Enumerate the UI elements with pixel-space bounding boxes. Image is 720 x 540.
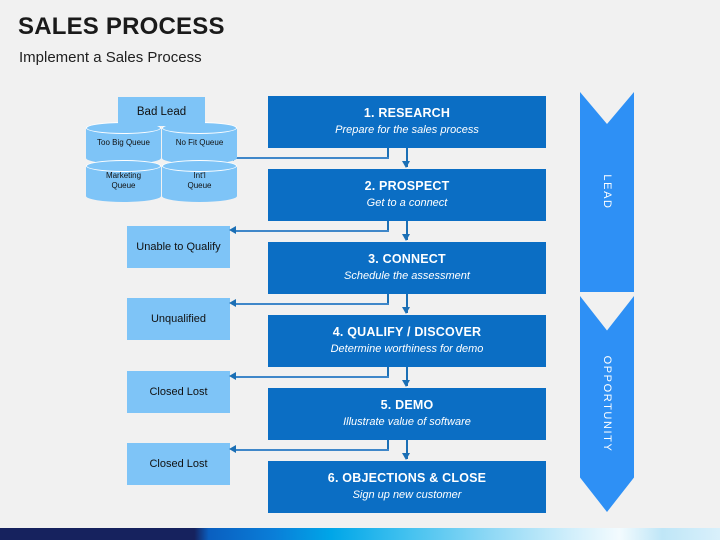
queue-cylinder-intl: Int'l Queue <box>162 160 237 202</box>
step-subtitle: Determine worthiness for demo <box>330 342 484 355</box>
stage-banner-label: OPPORTUNITY <box>601 355 613 453</box>
queue-label: Marketing Queue <box>105 171 142 190</box>
step-title: 5. DEMO <box>380 398 434 413</box>
process-step-1[interactable]: 1. RESEARCH Prepare for the sales proces… <box>268 96 546 148</box>
branch-line-5 <box>235 449 389 451</box>
process-step-2[interactable]: 2. PROSPECT Get to a connect <box>268 169 546 221</box>
bad-lead-label: Bad Lead <box>136 105 187 118</box>
step-subtitle: Prepare for the sales process <box>335 123 479 136</box>
slide-canvas: SALES PROCESS Implement a Sales Process … <box>0 0 720 540</box>
footer-gradient-bar <box>0 528 720 540</box>
connector-arrowhead-down-4 <box>402 380 410 387</box>
queue-label: Too Big Queue <box>97 138 150 147</box>
process-step-4[interactable]: 4. QUALIFY / DISCOVER Determine worthine… <box>268 315 546 367</box>
branch-arrowhead-5 <box>229 445 236 453</box>
queue-label: No Fit Queue <box>175 138 224 147</box>
connector-arrowhead-down-1 <box>402 161 410 168</box>
step-title: 3. CONNECT <box>368 252 446 267</box>
stage-banner-label: LEAD <box>601 174 613 210</box>
exit-box-unqualified: Unqualified <box>127 298 230 340</box>
exit-box-label: Closed Lost <box>149 386 208 398</box>
branch-line-3 <box>235 303 389 305</box>
exit-box-label: Closed Lost <box>149 458 208 470</box>
connector-arrowhead-down-5 <box>402 453 410 460</box>
connector-arrowhead-down-3 <box>402 307 410 314</box>
exit-box-closed-lost-2: Closed Lost <box>127 443 230 485</box>
connector-arrowhead-down-2 <box>402 234 410 241</box>
process-step-3[interactable]: 3. CONNECT Schedule the assessment <box>268 242 546 294</box>
step-title: 1. RESEARCH <box>363 106 451 121</box>
queue-label: Int'l Queue <box>187 171 212 190</box>
exit-box-label: Unable to Qualify <box>136 241 221 253</box>
step-subtitle: Get to a connect <box>366 196 448 209</box>
exit-box-closed-lost-1: Closed Lost <box>127 371 230 413</box>
stage-banner-lead: LEAD <box>580 92 634 292</box>
step-subtitle: Sign up new customer <box>352 488 462 501</box>
stage-banner-opportunity: OPPORTUNITY <box>580 296 634 512</box>
step-title: 2. PROSPECT <box>364 179 450 194</box>
queue-cylinder-marketing: Marketing Queue <box>86 160 161 202</box>
branch-arrowhead-3 <box>229 299 236 307</box>
step-title: 4. QUALIFY / DISCOVER <box>332 325 482 340</box>
exit-box-unable-to-qualify: Unable to Qualify <box>127 226 230 268</box>
process-step-6[interactable]: 6. OBJECTIONS & CLOSE Sign up new custom… <box>268 461 546 513</box>
branch-arrowhead-2 <box>229 226 236 234</box>
branch-arrowhead-4 <box>229 372 236 380</box>
exit-box-label: Unqualified <box>150 313 207 325</box>
branch-line-1 <box>233 157 389 159</box>
queue-cylinder-too-big: Too Big Queue <box>86 122 161 164</box>
branch-line-4 <box>235 376 389 378</box>
page-title: SALES PROCESS <box>18 13 225 40</box>
step-subtitle: Schedule the assessment <box>344 269 470 282</box>
bad-lead-box: Bad Lead <box>118 97 205 126</box>
queue-cylinder-no-fit: No Fit Queue <box>162 122 237 164</box>
branch-line-2 <box>235 230 389 232</box>
process-step-5[interactable]: 5. DEMO Illustrate value of software <box>268 388 546 440</box>
page-subtitle: Implement a Sales Process <box>19 49 202 66</box>
step-title: 6. OBJECTIONS & CLOSE <box>327 471 487 486</box>
step-subtitle: Illustrate value of software <box>343 415 471 428</box>
